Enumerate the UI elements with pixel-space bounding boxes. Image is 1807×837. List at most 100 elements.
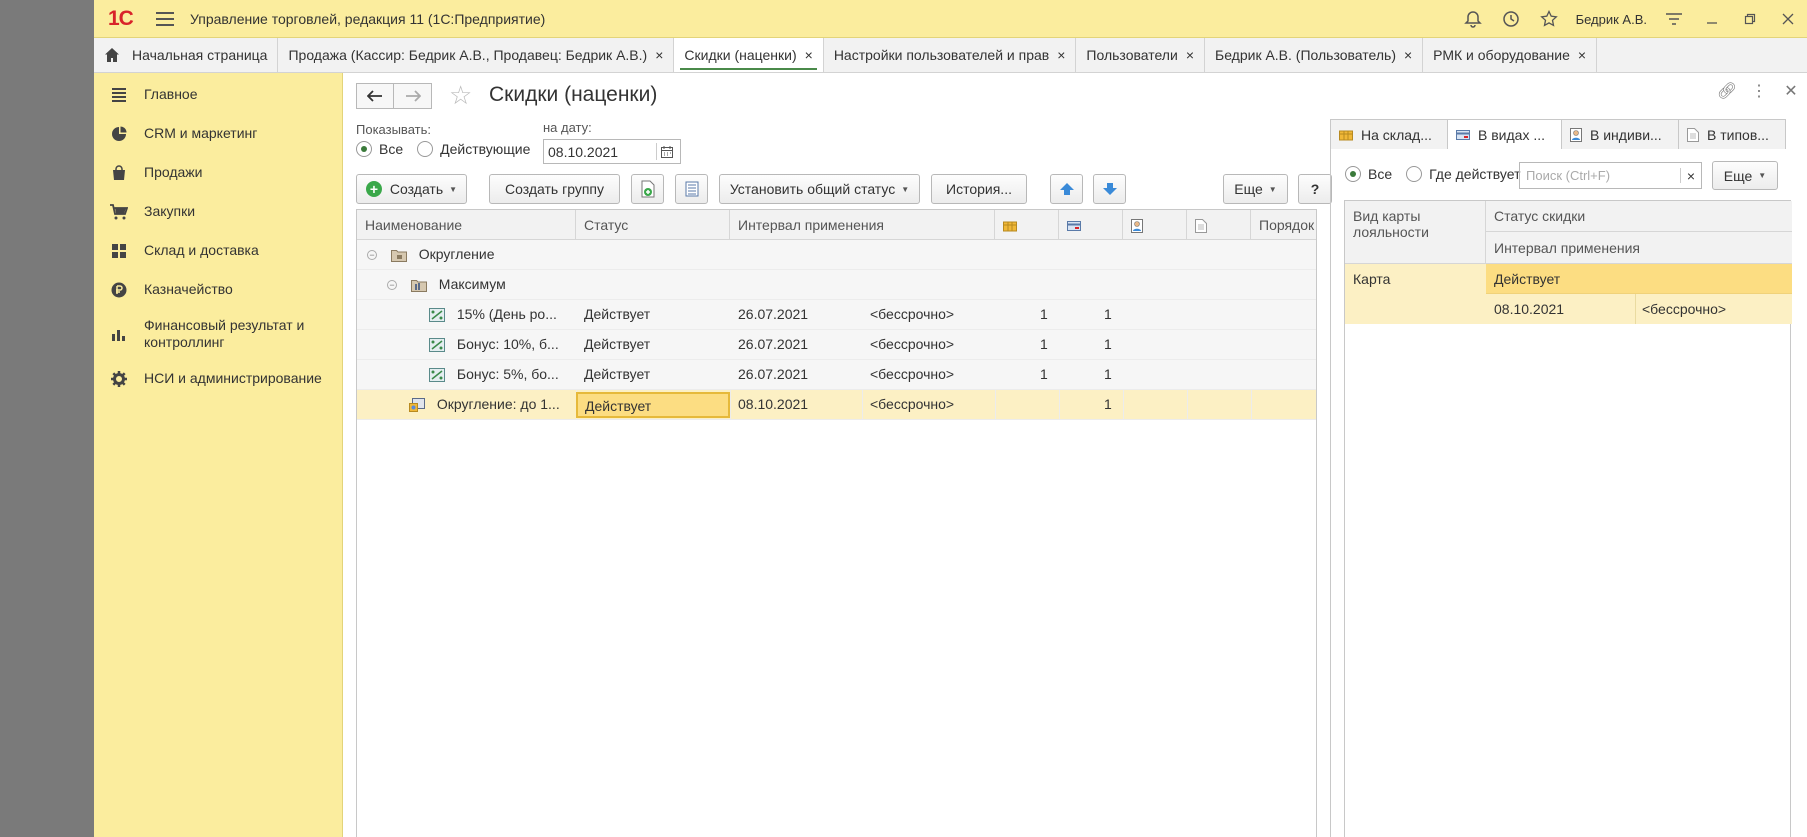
tab-in-individual[interactable]: В индиви... xyxy=(1561,119,1678,149)
discount-item-icon xyxy=(429,338,445,353)
set-status-button[interactable]: Установить общий статус ▼ xyxy=(719,174,920,204)
table-row[interactable]: − Максимум xyxy=(357,270,1316,300)
table-row-selected[interactable]: Округление: до 1... Действует 08.10.2021… xyxy=(357,390,1316,420)
table-row[interactable]: − Округление xyxy=(357,240,1316,270)
history-icon[interactable] xyxy=(1492,0,1530,38)
more-vertical-icon[interactable]: ⋮ xyxy=(1743,81,1775,101)
person-card-icon xyxy=(1131,219,1143,234)
tab-user-card[interactable]: Бедрик А.В. (Пользователь) × xyxy=(1205,38,1424,72)
back-button[interactable] xyxy=(356,83,394,109)
discounts-table[interactable]: Наименование Статус Интервал применения … xyxy=(356,209,1317,837)
close-icon[interactable]: × xyxy=(1404,47,1412,63)
search-input[interactable]: Поиск (Ctrl+F) × xyxy=(1519,162,1702,189)
close-icon[interactable]: × xyxy=(1186,47,1194,63)
close-icon[interactable]: × xyxy=(655,47,663,63)
more-label: Еще xyxy=(1723,167,1753,184)
favorites-star-icon[interactable] xyxy=(1530,0,1568,38)
detail-tabs: На склад... В видах ... В индиви... В ти… xyxy=(1330,119,1807,149)
tab-sale[interactable]: Продажа (Кассир: Бедрик А.В., Продавец: … xyxy=(278,38,675,72)
table-row[interactable]: Бонус: 5%, бо... Действует 26.07.2021 <б… xyxy=(357,360,1316,390)
tab-label: На склад... xyxy=(1361,126,1432,143)
close-window-icon[interactable] xyxy=(1769,0,1807,38)
close-icon[interactable]: × xyxy=(1057,47,1065,63)
sidebar-item-sales[interactable]: Продажи xyxy=(94,153,342,192)
collapse-icon[interactable]: − xyxy=(367,250,377,261)
more-label: Еще xyxy=(1234,181,1263,197)
radio-active[interactable] xyxy=(417,141,434,157)
settings-lines-icon[interactable] xyxy=(1655,0,1693,38)
more-button[interactable]: Еще ▼ xyxy=(1223,174,1288,204)
calendar-icon[interactable] xyxy=(656,143,676,160)
sidebar-item-label: Казначейство xyxy=(144,281,233,297)
tab-in-typical[interactable]: В типов... xyxy=(1678,119,1786,149)
table-row[interactable]: 15% (День ро... Действует 26.07.2021 <бе… xyxy=(357,300,1316,330)
close-form-icon[interactable]: ✕ xyxy=(1775,81,1807,101)
column-interval[interactable]: Интервал применения xyxy=(730,210,995,240)
column-type-agreement[interactable] xyxy=(1187,210,1251,240)
close-icon[interactable]: × xyxy=(1578,47,1586,63)
move-down-button[interactable] xyxy=(1093,174,1126,204)
menu-icon[interactable] xyxy=(156,11,174,26)
favorite-star-icon[interactable]: ☆ xyxy=(449,80,472,111)
column-status[interactable]: Статус xyxy=(576,210,730,240)
title-bar: 1С Управление торговлей, редакция 11 (1С… xyxy=(94,0,1807,38)
set-status-label: Установить общий статус xyxy=(729,181,896,197)
tab-pos-equipment[interactable]: РМК и оборудование × xyxy=(1423,38,1598,72)
tab-discounts[interactable]: Скидки (наценки) × xyxy=(674,38,824,72)
tab-label: В видах ... xyxy=(1478,126,1545,143)
card-types-table[interactable]: Вид карты лояльности Статус скидки Интер… xyxy=(1344,200,1792,837)
sidebar-item-crm[interactable]: CRM и маркетинг xyxy=(94,114,342,153)
restore-icon[interactable] xyxy=(1731,0,1769,38)
create-button[interactable]: + Создать ▼ xyxy=(356,174,467,204)
table-row-selected[interactable]: Карта Действует 08.10.2021 <бессрочно> xyxy=(1345,264,1792,324)
minimize-icon[interactable] xyxy=(1693,0,1731,38)
forward-button[interactable] xyxy=(394,83,432,109)
current-user[interactable]: Бедрик А.В. xyxy=(1576,12,1647,27)
filter-all-radio[interactable] xyxy=(1345,166,1361,182)
tab-label: Пользователи xyxy=(1086,47,1178,63)
filter-where-radio[interactable] xyxy=(1406,166,1423,182)
tab-users[interactable]: Пользователи × xyxy=(1076,38,1205,72)
sidebar-item-finance[interactable]: Финансовый результат и контроллинг xyxy=(94,309,342,359)
tab-in-card-types[interactable]: В видах ... xyxy=(1447,119,1561,149)
column-order[interactable]: Порядок xyxy=(1251,210,1318,240)
table-row[interactable]: Бонус: 10%, б... Действует 26.07.2021 <б… xyxy=(357,330,1316,360)
tab-home[interactable]: Начальная страница xyxy=(94,38,279,72)
detail-more-button[interactable]: Еще ▼ xyxy=(1712,161,1778,190)
date-input[interactable]: 08.10.2021 xyxy=(543,139,681,164)
history-button[interactable]: История... xyxy=(931,174,1027,204)
tab-user-settings[interactable]: Настройки пользователей и прав × xyxy=(824,38,1077,72)
tab-in-warehouses[interactable]: На склад... xyxy=(1330,119,1447,149)
help-button[interactable]: ? xyxy=(1298,174,1332,204)
column-discount-status[interactable]: Статус скидки xyxy=(1486,201,1792,232)
bell-icon[interactable] xyxy=(1454,0,1492,38)
column-warehouse[interactable] xyxy=(995,210,1059,240)
name-cell: − Округление xyxy=(367,240,495,269)
column-card-type[interactable] xyxy=(1059,210,1123,240)
flag-cell: 1 xyxy=(1040,336,1048,352)
create-group-button[interactable]: Создать группу xyxy=(489,174,620,204)
date-from-cell: 26.07.2021 xyxy=(738,366,809,382)
flag-cell: 1 xyxy=(1104,396,1112,412)
collapse-icon[interactable]: − xyxy=(387,280,397,291)
sidebar-item-purchases[interactable]: Закупки xyxy=(94,192,342,231)
status-cell[interactable]: Действует xyxy=(1486,264,1792,294)
column-card-type[interactable]: Вид карты лояльности xyxy=(1345,201,1486,264)
link-icon[interactable]: 🔗︎ xyxy=(1711,81,1743,101)
name-cell: Округление: до 1... xyxy=(409,390,574,419)
sidebar-item-admin[interactable]: НСИ и администрирование xyxy=(94,359,342,398)
radio-all[interactable] xyxy=(356,141,372,157)
ruble-coin-icon xyxy=(110,281,128,299)
close-icon[interactable]: × xyxy=(805,47,813,63)
column-name[interactable]: Наименование xyxy=(357,210,576,240)
column-interval[interactable]: Интервал применения xyxy=(1486,232,1792,264)
list-view-button[interactable] xyxy=(675,174,708,204)
sidebar-item-main[interactable]: Главное xyxy=(94,75,342,114)
sidebar-item-treasury[interactable]: Казначейство xyxy=(94,270,342,309)
copy-button[interactable] xyxy=(631,174,664,204)
status-cell[interactable]: Действует xyxy=(576,392,730,418)
move-up-button[interactable] xyxy=(1050,174,1083,204)
column-individual[interactable] xyxy=(1123,210,1187,240)
sidebar-item-warehouse[interactable]: Склад и доставка xyxy=(94,231,342,270)
clear-search-icon[interactable]: × xyxy=(1679,168,1695,184)
